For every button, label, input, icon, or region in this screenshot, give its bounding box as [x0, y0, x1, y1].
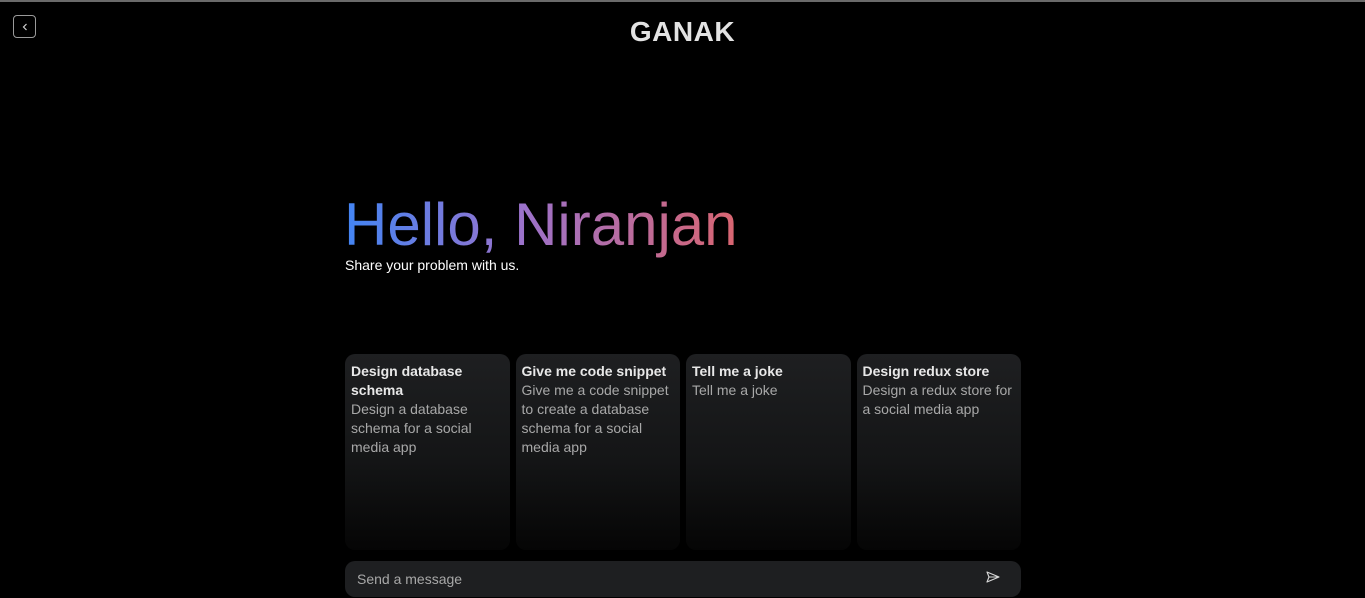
- suggestion-card-description: Tell me a joke: [692, 382, 778, 398]
- suggestion-card-title: Design database schema: [351, 363, 463, 398]
- suggestion-card-description: Give me a code snippet to create a datab…: [521, 382, 669, 455]
- suggestion-card-joke[interactable]: Tell me a joke Tell me a joke: [686, 354, 851, 550]
- send-icon: [986, 570, 1000, 588]
- send-button[interactable]: [973, 561, 1013, 597]
- window-top-border: [0, 0, 1365, 2]
- suggestion-card-title: Design redux store: [862, 363, 990, 379]
- suggestion-card-description: Design a redux store for a social media …: [862, 382, 1012, 417]
- suggestion-card-title: Tell me a joke: [692, 363, 783, 379]
- message-composer: [345, 561, 1021, 597]
- suggestion-card-description: Design a database schema for a social me…: [351, 401, 472, 455]
- message-input[interactable]: [345, 561, 973, 597]
- suggestion-card-database-schema[interactable]: Design database schema Design a database…: [345, 354, 510, 550]
- suggestion-cards: Design database schema Design a database…: [345, 354, 1021, 550]
- suggestion-card-code-snippet[interactable]: Give me code snippet Give me a code snip…: [515, 354, 680, 550]
- greeting-heading: Hello, Niranjan: [344, 191, 738, 258]
- greeting-subtitle: Share your problem with us.: [345, 257, 520, 273]
- app-title: GANAK: [629, 16, 736, 47]
- suggestion-card-title: Give me code snippet: [521, 363, 667, 379]
- suggestion-card-redux-store[interactable]: Design redux store Design a redux store …: [856, 354, 1021, 550]
